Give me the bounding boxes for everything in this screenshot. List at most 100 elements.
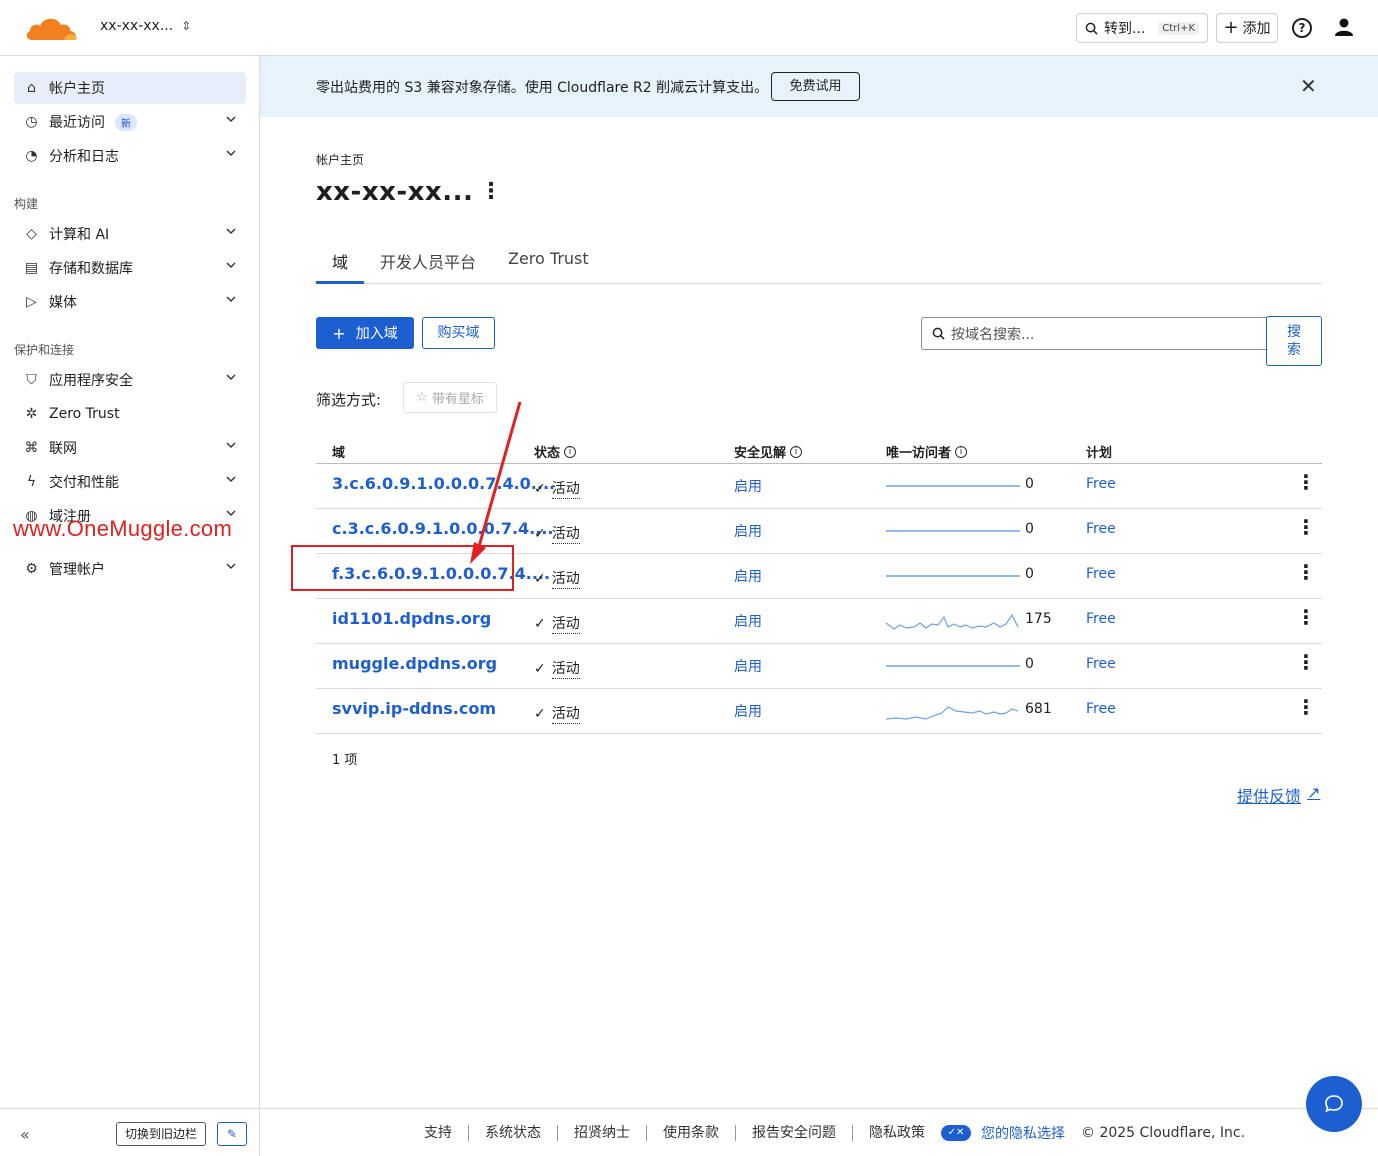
switch-old-sidebar-button[interactable]: 切换到旧边栏 [116,1122,207,1146]
add-label: 添加 [1242,21,1271,37]
domain-link[interactable]: id1101.dpdns.org [332,609,491,628]
privacy-choice-link[interactable]: 您的隐私选择 [981,1123,1081,1143]
feedback-link[interactable]: 提供反馈 ↗ [1237,783,1320,807]
status-label[interactable]: 活动 [551,613,580,634]
account-switcher[interactable]: xx-xx-xx... ⇕ [100,18,191,34]
status-cell: ✓ 活动 [534,613,580,634]
search-button[interactable]: 搜索 [1266,316,1322,366]
top-bar: xx-xx-xx... ⇕ 转到... Ctrl+K + 添加 ? [0,0,1378,56]
row-menu-icon[interactable]: ⋮ [1296,605,1316,629]
info-icon[interactable]: i [955,445,968,458]
tab-domains[interactable]: 域 [332,249,348,273]
footer-link-careers[interactable]: 招贤纳士 [558,1124,647,1141]
visitors-count: 175 [1025,611,1052,627]
add-domain-button[interactable]: + 加入域 [316,317,414,349]
column-header-visitors[interactable]: 唯一访问者 i [886,442,968,461]
storage-icon: ▤ [24,260,39,276]
sidebar-item-label: 最近访问 [49,115,105,131]
tab-developer-platform[interactable]: 开发人员平台 [380,249,476,273]
security-link[interactable]: 启用 [734,701,762,721]
table-row: svvip.ip-ddns.com ✓ 活动 启用 681 Free ⋮ [316,689,1322,734]
plan-link[interactable]: Free [1086,656,1116,672]
sidebar-item-networking[interactable]: ⌘ 联网 [14,432,246,464]
buy-domain-button[interactable]: 购买域 [422,317,495,349]
footer-link-system-status[interactable]: 系统状态 [469,1124,558,1141]
footer-link-terms[interactable]: 使用条款 [647,1124,736,1141]
sidebar-item-label: 分析和日志 [49,149,119,165]
column-header-domain[interactable]: 域 [332,442,345,461]
domain-search-input[interactable]: 按域名搜索... [921,317,1267,350]
column-header-plan[interactable]: 计划 [1086,442,1112,461]
footer: 支持 系统状态 招贤纳士 使用条款 报告安全问题 隐私政策 ✓✕ 您的隐私选择 … [260,1108,1378,1156]
row-menu-icon[interactable]: ⋮ [1296,560,1316,584]
code-icon: ◇ [26,226,37,242]
status-label[interactable]: 活动 [551,703,580,724]
status-cell: ✓ 活动 [534,703,580,724]
sidebar-item-label: 联网 [49,441,77,457]
add-domain-label: 加入域 [355,326,398,342]
tab-zero-trust[interactable]: Zero Trust [508,249,589,268]
footer-link-report-security[interactable]: 报告安全问题 [736,1124,853,1141]
sidebar-item-storage[interactable]: ▤ 存储和数据库 [14,252,246,284]
sidebar-item-delivery[interactable]: ϟ 交付和性能 [14,466,246,498]
plan-link[interactable]: Free [1086,566,1116,582]
row-menu-icon[interactable]: ⋮ [1296,470,1316,494]
close-icon[interactable]: ✕ [1300,74,1317,98]
sidebar-item-zero-trust[interactable]: ✲ Zero Trust [14,398,246,430]
chevron-down-icon [226,296,236,302]
security-link[interactable]: 启用 [734,656,762,676]
security-link[interactable]: 启用 [734,521,762,541]
status-label[interactable]: 活动 [551,478,580,499]
row-menu-icon[interactable]: ⋮ [1296,650,1316,674]
security-link[interactable]: 启用 [734,566,762,586]
privacy-toggle-icon[interactable]: ✓✕ [941,1124,971,1141]
status-label[interactable]: 活动 [551,523,580,544]
free-trial-button[interactable]: 免费试用 [771,72,860,101]
security-link[interactable]: 启用 [734,476,762,496]
sidebar-item-compute[interactable]: ◇ 计算和 AI [14,218,246,250]
domain-link[interactable]: svvip.ip-ddns.com [332,699,496,718]
gear-icon: ⚙ [25,561,38,577]
status-label[interactable]: 活动 [551,568,580,589]
domain-link[interactable]: muggle.dpdns.org [332,654,497,673]
sidebar-item-recent[interactable]: ◷ 最近访问 新 [14,106,246,138]
sidebar-item-analytics[interactable]: ◔ 分析和日志 [14,140,246,172]
user-icon[interactable] [1334,17,1354,37]
goto-shortcut: Ctrl+K [1158,21,1199,35]
plan-link[interactable]: Free [1086,611,1116,627]
sidebar-item-account-home[interactable]: ⌂ 帐户主页 [14,72,246,104]
row-menu-icon[interactable]: ⋮ [1296,515,1316,539]
column-header-security[interactable]: 安全见解 i [734,442,803,461]
help-icon[interactable]: ? [1292,18,1312,38]
table-row: id1101.dpdns.org ✓ 活动 启用 175 Free ⋮ [316,599,1322,644]
info-icon[interactable]: i [790,445,803,458]
chat-button[interactable] [1306,1076,1362,1132]
sidebar-footer: « 切换到旧边栏 ✎ [0,1108,260,1156]
plan-link[interactable]: Free [1086,521,1116,537]
visitors-count: 0 [1025,521,1034,537]
cloudflare-logo[interactable] [24,14,78,42]
goto-button[interactable]: 转到... Ctrl+K [1076,13,1208,43]
pin-icon[interactable]: ✎ [217,1122,247,1146]
row-menu-icon[interactable]: ⋮ [1296,695,1316,719]
sidebar-item-label: 帐户主页 [49,81,105,97]
more-options-icon[interactable]: ⋮ [480,179,502,204]
plan-link[interactable]: Free [1086,476,1116,492]
info-icon[interactable]: i [564,445,577,458]
sidebar-item-media[interactable]: ▷ 媒体 [14,286,246,318]
add-button[interactable]: + 添加 [1216,13,1278,43]
plan-link[interactable]: Free [1086,701,1116,717]
status-label[interactable]: 活动 [551,658,580,679]
collapse-sidebar-icon[interactable]: « [20,1125,30,1144]
visitors-sparkline [886,485,1020,487]
visitors-sparkline [886,665,1020,667]
check-icon: ✓ [534,615,546,632]
column-header-status[interactable]: 状态 i [534,442,577,461]
sidebar-item-label: 媒体 [49,295,77,311]
sidebar-item-app-security[interactable]: ⛉ 应用程序安全 [14,364,246,396]
footer-link-privacy[interactable]: 隐私政策 [853,1125,941,1141]
footer-link-support[interactable]: 支持 [424,1124,469,1141]
breadcrumb[interactable]: 帐户主页 [316,151,364,168]
security-link[interactable]: 启用 [734,611,762,631]
sidebar-item-manage-account[interactable]: ⚙ 管理帐户 [14,553,246,585]
